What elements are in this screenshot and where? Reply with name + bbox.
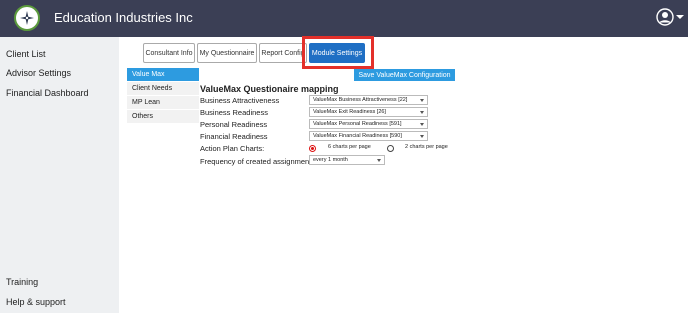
mapping-label: Business Attractiveness (200, 96, 280, 105)
user-menu-button[interactable] (656, 8, 684, 26)
tab-my-questionnaire[interactable]: My Questionnaire (197, 43, 257, 63)
sidebar-item-advisor-settings[interactable]: Advisor Settings (6, 68, 71, 78)
mapping-select-business-readiness[interactable]: ValueMax Exit Readiness [26] (309, 107, 428, 117)
chevron-down-icon (420, 99, 424, 102)
subnav-item-value-max[interactable]: Value Max (127, 68, 199, 81)
sidebar: Client List Advisor Settings Financial D… (0, 37, 119, 313)
chevron-down-icon (377, 159, 381, 162)
chevron-down-icon (420, 111, 424, 114)
action-plan-label: Action Plan Charts: (200, 144, 265, 153)
chevron-down-icon (420, 135, 424, 138)
select-value: ValueMax Business Attractiveness [22] (313, 97, 408, 103)
radio-label: 2 charts per page (405, 144, 448, 150)
tab-report-config[interactable]: Report Config (259, 43, 307, 63)
save-configuration-button[interactable]: Save ValueMax Configuration (354, 69, 455, 81)
mapping-label: Personal Readiness (200, 120, 268, 129)
sidebar-item-help-support[interactable]: Help & support (6, 297, 66, 307)
frequency-label: Frequency of created assignment: (200, 157, 314, 166)
subnav-item-client-needs[interactable]: Client Needs (127, 82, 199, 95)
mapping-select-business-attractiveness[interactable]: ValueMax Business Attractiveness [22] (309, 95, 428, 105)
sidebar-item-financial-dashboard[interactable]: Financial Dashboard (6, 88, 89, 98)
mapping-label: Financial Readiness (200, 132, 268, 141)
mapping-select-financial-readiness[interactable]: ValueMax Financial Readiness [590] (309, 131, 428, 141)
user-avatar-icon (656, 8, 674, 26)
select-value: every 1 month (313, 157, 348, 163)
frequency-select[interactable]: every 1 month (309, 155, 385, 165)
sidebar-item-client-list[interactable]: Client List (6, 49, 46, 59)
select-value: ValueMax Personal Readiness [591] (313, 121, 402, 127)
select-value: ValueMax Exit Readiness [26] (313, 109, 386, 115)
sidebar-item-training[interactable]: Training (6, 277, 38, 287)
company-logo-icon (14, 5, 40, 31)
select-value: ValueMax Financial Readiness [590] (313, 133, 402, 139)
top-bar: Education Industries Inc (0, 0, 688, 37)
subnav-item-others[interactable]: Others (127, 110, 199, 123)
highlight-annotation (302, 36, 374, 69)
tab-consultant-info[interactable]: Consultant Info (143, 43, 195, 63)
radio-six-charts[interactable] (309, 145, 316, 152)
radio-two-charts[interactable] (387, 145, 394, 152)
radio-label: 6 charts per page (328, 144, 371, 150)
app-title: Education Industries Inc (54, 10, 193, 25)
mapping-select-personal-readiness[interactable]: ValueMax Personal Readiness [591] (309, 119, 428, 129)
subnav-item-mp-lean[interactable]: MP Lean (127, 96, 199, 109)
chevron-down-icon (420, 123, 424, 126)
chevron-down-icon (676, 15, 684, 19)
mapping-label: Business Readiness (200, 108, 268, 117)
section-title: ValueMax Questionaire mapping (200, 84, 339, 94)
